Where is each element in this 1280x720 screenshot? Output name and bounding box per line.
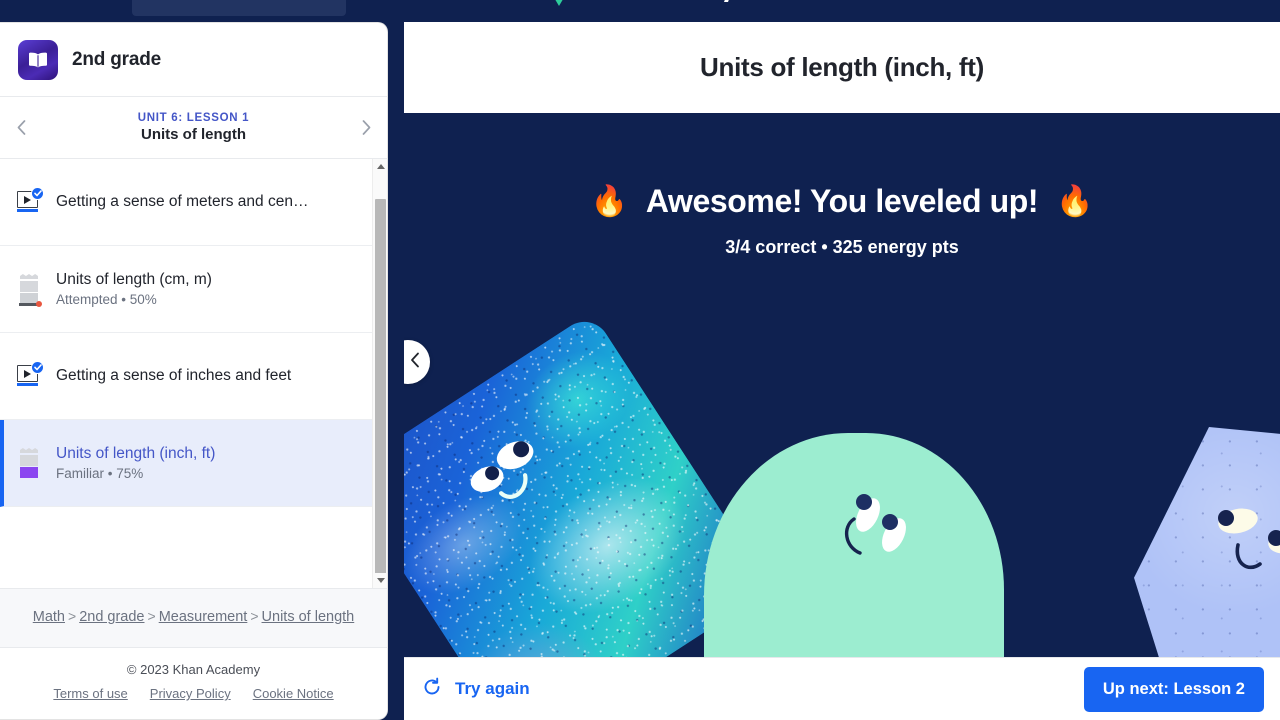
breadcrumb-separator: >	[68, 608, 77, 624]
top-chrome-bar	[0, 0, 1280, 22]
celebration-stage: 🔥 Awesome! You leveled up! 🔥 3/4 correct…	[404, 113, 1280, 657]
lesson-title: Units of length (inch, ft)	[56, 445, 216, 462]
scrollbar-thumb[interactable]	[375, 199, 386, 588]
breadcrumb-link-measurement[interactable]: Measurement	[159, 609, 248, 625]
celebration-headline-row: 🔥 Awesome! You leveled up! 🔥	[404, 183, 1280, 220]
lesson-list: Getting a sense of meters and cen… Units…	[0, 159, 387, 588]
exercise-header: Units of length (inch, ft)	[404, 22, 1280, 113]
lesson-title: Units of length (cm, m)	[56, 271, 212, 288]
lesson-title: Getting a sense of meters and cen…	[56, 193, 309, 210]
exercise-icon	[16, 274, 42, 307]
exercise-main-panel: Units of length (inch, ft) 🔥 Awesome! Yo…	[404, 22, 1280, 720]
breadcrumb-separator: >	[147, 608, 156, 624]
exercise-footer-bar: Try again Up next: Lesson 2	[404, 657, 1280, 720]
green-character-face	[844, 494, 906, 555]
periwinkle-hex-character	[1134, 427, 1280, 657]
chevron-left-icon[interactable]	[6, 113, 36, 143]
footer-link-group: Terms of use Privacy Policy Cookie Notic…	[10, 686, 377, 701]
celebration-headline: Awesome! You leveled up!	[645, 183, 1039, 219]
periwinkle-character-face	[1218, 508, 1280, 570]
refresh-icon	[422, 677, 442, 702]
scroll-down-arrow-icon[interactable]	[373, 573, 387, 588]
back-button[interactable]	[404, 340, 430, 384]
footer-link-terms-of-use[interactable]: Terms of use	[53, 686, 127, 701]
sidebar-course-header[interactable]: 2nd grade	[0, 23, 387, 97]
lesson-progress-status: Familiar • 75%	[56, 466, 144, 481]
breadcrumb-separator: >	[250, 608, 259, 624]
sidebar-scrollbar[interactable]	[372, 159, 387, 588]
try-again-label: Try again	[455, 679, 530, 698]
breadcrumb-link-units-of-length[interactable]: Units of length	[262, 609, 355, 625]
video-icon	[16, 187, 44, 213]
chevron-right-icon[interactable]	[351, 113, 381, 143]
lesson-list-item-0[interactable]: Getting a sense of meters and cen…	[0, 159, 387, 246]
check-badge-icon	[31, 187, 44, 200]
fire-icon: 🔥	[590, 184, 628, 218]
fire-icon: 🔥	[1056, 184, 1094, 218]
scroll-up-arrow-icon[interactable]	[373, 159, 387, 174]
footer-link-cookie-notice[interactable]: Cookie Notice	[253, 686, 334, 701]
up-next-button[interactable]: Up next: Lesson 2	[1083, 666, 1264, 712]
check-badge-icon	[31, 361, 44, 374]
lesson-list-item-3-selected[interactable]: Units of length (inch, ft) Familiar • 75…	[0, 420, 387, 507]
chevron-left-icon	[410, 352, 420, 373]
celebration-score: 3/4 correct • 325 energy pts	[725, 237, 959, 257]
unit-navigation: UNIT 6: LESSON 1 Units of length	[0, 97, 387, 159]
course-title: 2nd grade	[72, 48, 161, 70]
chrome-green-glyph	[546, 0, 572, 6]
chrome-tab-pill	[132, 0, 346, 16]
celebration-message: 🔥 Awesome! You leveled up! 🔥 3/4 correct…	[404, 183, 1280, 258]
green-blob-character	[704, 433, 1004, 657]
chrome-white-glyph	[724, 0, 734, 2]
breadcrumb-link-2nd-grade[interactable]: 2nd grade	[79, 609, 144, 625]
video-icon	[16, 361, 44, 387]
unit-label-group: UNIT 6: LESSON 1 Units of length	[36, 112, 351, 143]
blue-character-face	[470, 441, 534, 499]
lesson-list-item-2[interactable]: Getting a sense of inches and feet	[0, 333, 387, 420]
breadcrumb: Math >2nd grade > Measurement > Units of leng…	[0, 588, 387, 647]
course-sidebar: 2nd grade UNIT 6: LESSON 1 Units of leng…	[0, 22, 388, 720]
try-again-button[interactable]: Try again	[422, 677, 530, 702]
footer-link-privacy-policy[interactable]: Privacy Policy	[150, 686, 231, 701]
page-title: Units of length (inch, ft)	[700, 52, 984, 82]
exercise-icon	[16, 448, 42, 478]
lesson-progress-status: Attempted • 50%	[56, 292, 157, 307]
unit-kicker: UNIT 6: LESSON 1	[137, 112, 250, 124]
lesson-list-item-1[interactable]: Units of length (cm, m) Attempted • 50%	[0, 246, 387, 333]
breadcrumb-link-math[interactable]: Math	[33, 609, 65, 625]
copyright-text: © 2023 Khan Academy	[126, 662, 261, 677]
unit-name: Units of length	[141, 126, 246, 143]
lesson-title: Getting a sense of inches and feet	[56, 367, 292, 384]
book-icon	[18, 39, 58, 80]
sidebar-footer: © 2023 Khan Academy Terms of use Privacy…	[0, 647, 387, 719]
